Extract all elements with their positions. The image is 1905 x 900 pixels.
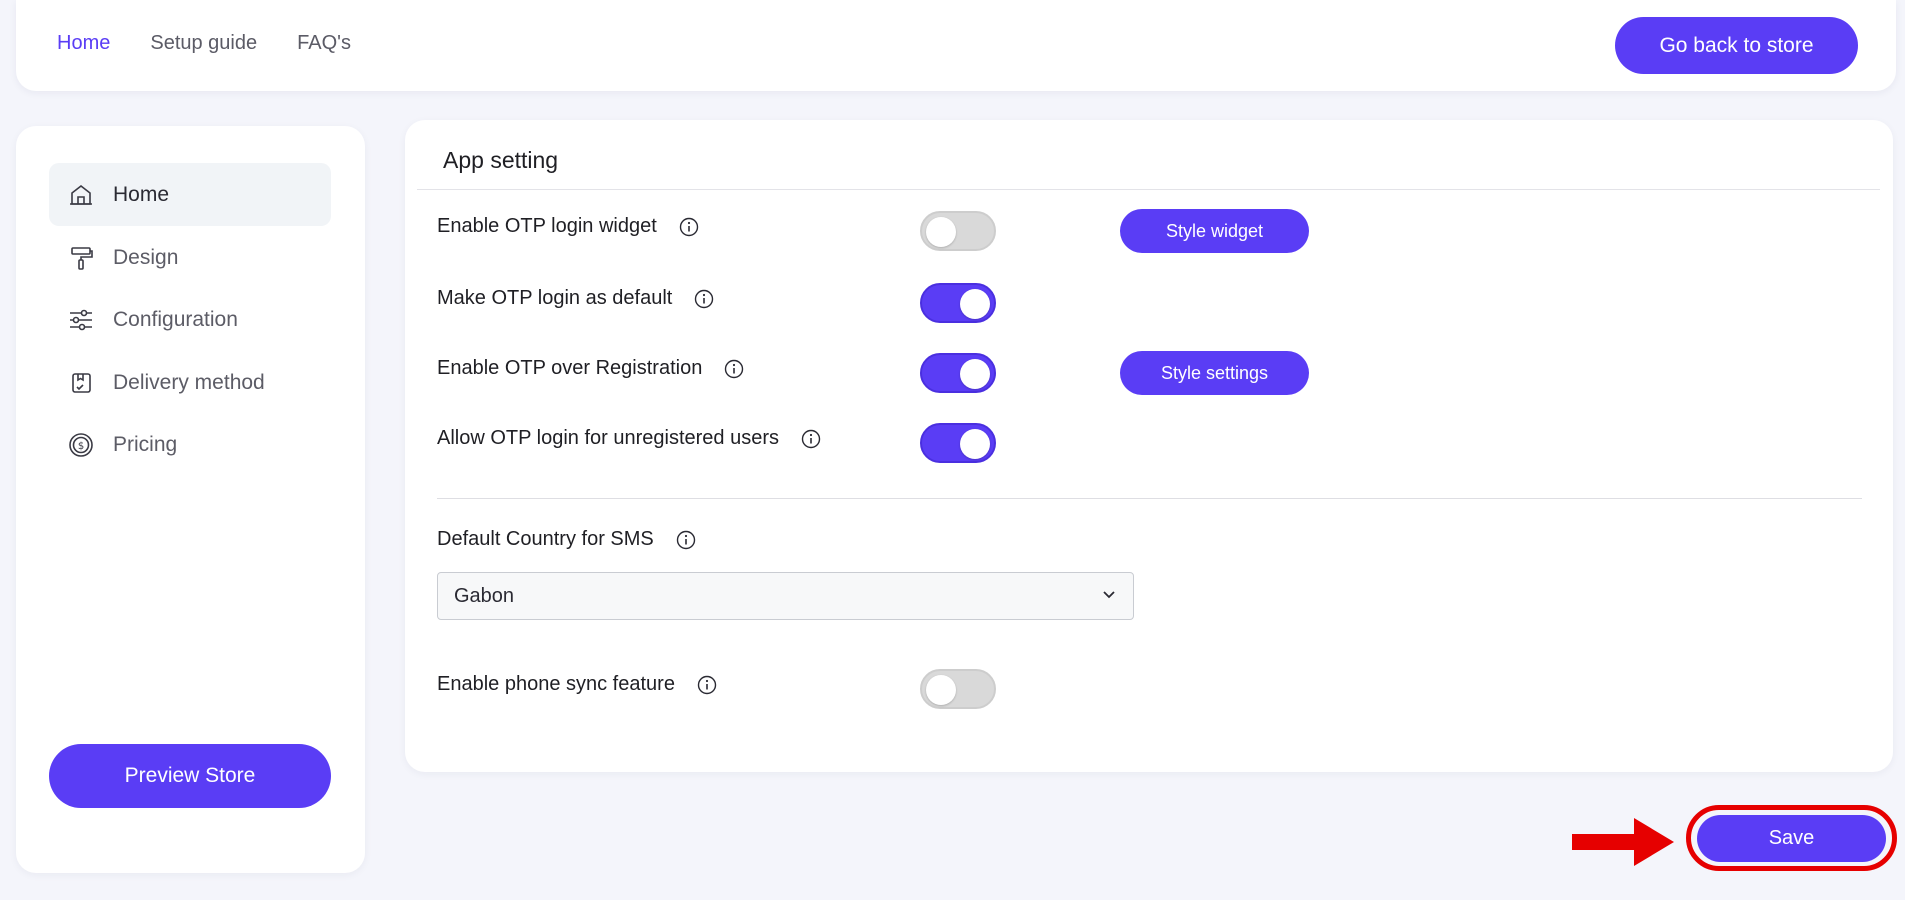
- default-country-label: Default Country for SMS: [437, 528, 696, 551]
- chevron-down-icon: [1101, 586, 1117, 607]
- setting-label-otp-widget: Enable OTP login widget: [437, 215, 699, 238]
- setting-label-text: Enable OTP login widget: [437, 215, 657, 237]
- style-settings-button[interactable]: Style settings: [1120, 351, 1309, 395]
- style-widget-button[interactable]: Style widget: [1120, 209, 1309, 253]
- sidebar-item-delivery-method[interactable]: Delivery method: [49, 351, 331, 414]
- home-icon: [67, 181, 95, 209]
- nav-link-setup-guide[interactable]: Setup guide: [150, 32, 257, 55]
- paint-roller-icon: [67, 244, 95, 272]
- info-icon[interactable]: [694, 289, 714, 309]
- toggle-knob: [960, 429, 990, 459]
- title-divider: [417, 189, 1880, 190]
- info-icon[interactable]: [724, 359, 744, 379]
- app-setting-panel: App setting Enable OTP login widget Styl…: [405, 120, 1893, 772]
- sidebar-item-label: Delivery method: [113, 370, 265, 394]
- save-highlight: Save: [1686, 805, 1897, 871]
- setting-label-text: Default Country for SMS: [437, 528, 654, 550]
- go-back-to-store-button[interactable]: Go back to store: [1615, 17, 1858, 74]
- setting-label-text: Make OTP login as default: [437, 287, 673, 309]
- selected-country: Gabon: [454, 584, 515, 607]
- sidebar-item-design[interactable]: Design: [49, 226, 331, 289]
- top-nav-links: Home Setup guide FAQ's: [57, 32, 351, 55]
- otp-registration-toggle[interactable]: [920, 353, 996, 393]
- info-icon[interactable]: [679, 217, 699, 237]
- toggle-knob: [960, 359, 990, 389]
- sidebar-item-label: Home: [113, 182, 170, 206]
- sidebar-item-label: Design: [113, 245, 179, 269]
- setting-label-text: Enable OTP over Registration: [437, 357, 703, 379]
- red-arrow-icon: [1572, 818, 1674, 866]
- info-icon[interactable]: [697, 675, 717, 695]
- svg-text:$: $: [78, 441, 84, 452]
- setting-label-otp-default: Make OTP login as default: [437, 287, 714, 310]
- sidebar-item-home[interactable]: Home: [49, 163, 331, 226]
- sidebar-item-label: Pricing: [113, 432, 178, 456]
- sidebar-item-configuration[interactable]: Configuration: [49, 288, 331, 351]
- setting-label-text: Enable phone sync feature: [437, 673, 675, 695]
- default-country-select[interactable]: Gabon: [437, 572, 1134, 620]
- phone-sync-toggle[interactable]: [920, 669, 996, 709]
- save-button[interactable]: Save: [1697, 814, 1886, 862]
- setting-label-otp-unregistered: Allow OTP login for unregistered users: [437, 427, 821, 450]
- delivery-box-icon: [67, 369, 95, 397]
- nav-link-home[interactable]: Home: [57, 32, 110, 55]
- info-icon[interactable]: [676, 530, 696, 550]
- nav-link-faqs[interactable]: FAQ's: [297, 32, 351, 55]
- sidebar-item-label: Configuration: [113, 307, 238, 331]
- preview-store-button[interactable]: Preview Store: [49, 744, 331, 808]
- top-navigation-bar: Home Setup guide FAQ's Go back to store: [16, 0, 1896, 91]
- setting-label-phone-sync: Enable phone sync feature: [437, 673, 717, 696]
- sidebar: Home Design Configuration Delivery metho…: [16, 126, 365, 873]
- sidebar-item-pricing[interactable]: $ Pricing: [49, 413, 331, 476]
- info-icon[interactable]: [801, 429, 821, 449]
- setting-label-text: Allow OTP login for unregistered users: [437, 427, 780, 449]
- toggle-knob: [926, 217, 956, 247]
- toggle-knob: [926, 675, 956, 705]
- setting-label-otp-registration: Enable OTP over Registration: [437, 357, 744, 380]
- otp-unregistered-toggle[interactable]: [920, 423, 996, 463]
- panel-title: App setting: [443, 147, 559, 173]
- otp-widget-toggle[interactable]: [920, 211, 996, 251]
- sliders-icon: [67, 306, 95, 334]
- toggle-knob: [960, 289, 990, 319]
- dollar-coin-icon: $: [67, 431, 95, 459]
- otp-default-toggle[interactable]: [920, 283, 996, 323]
- section-divider: [437, 498, 1862, 499]
